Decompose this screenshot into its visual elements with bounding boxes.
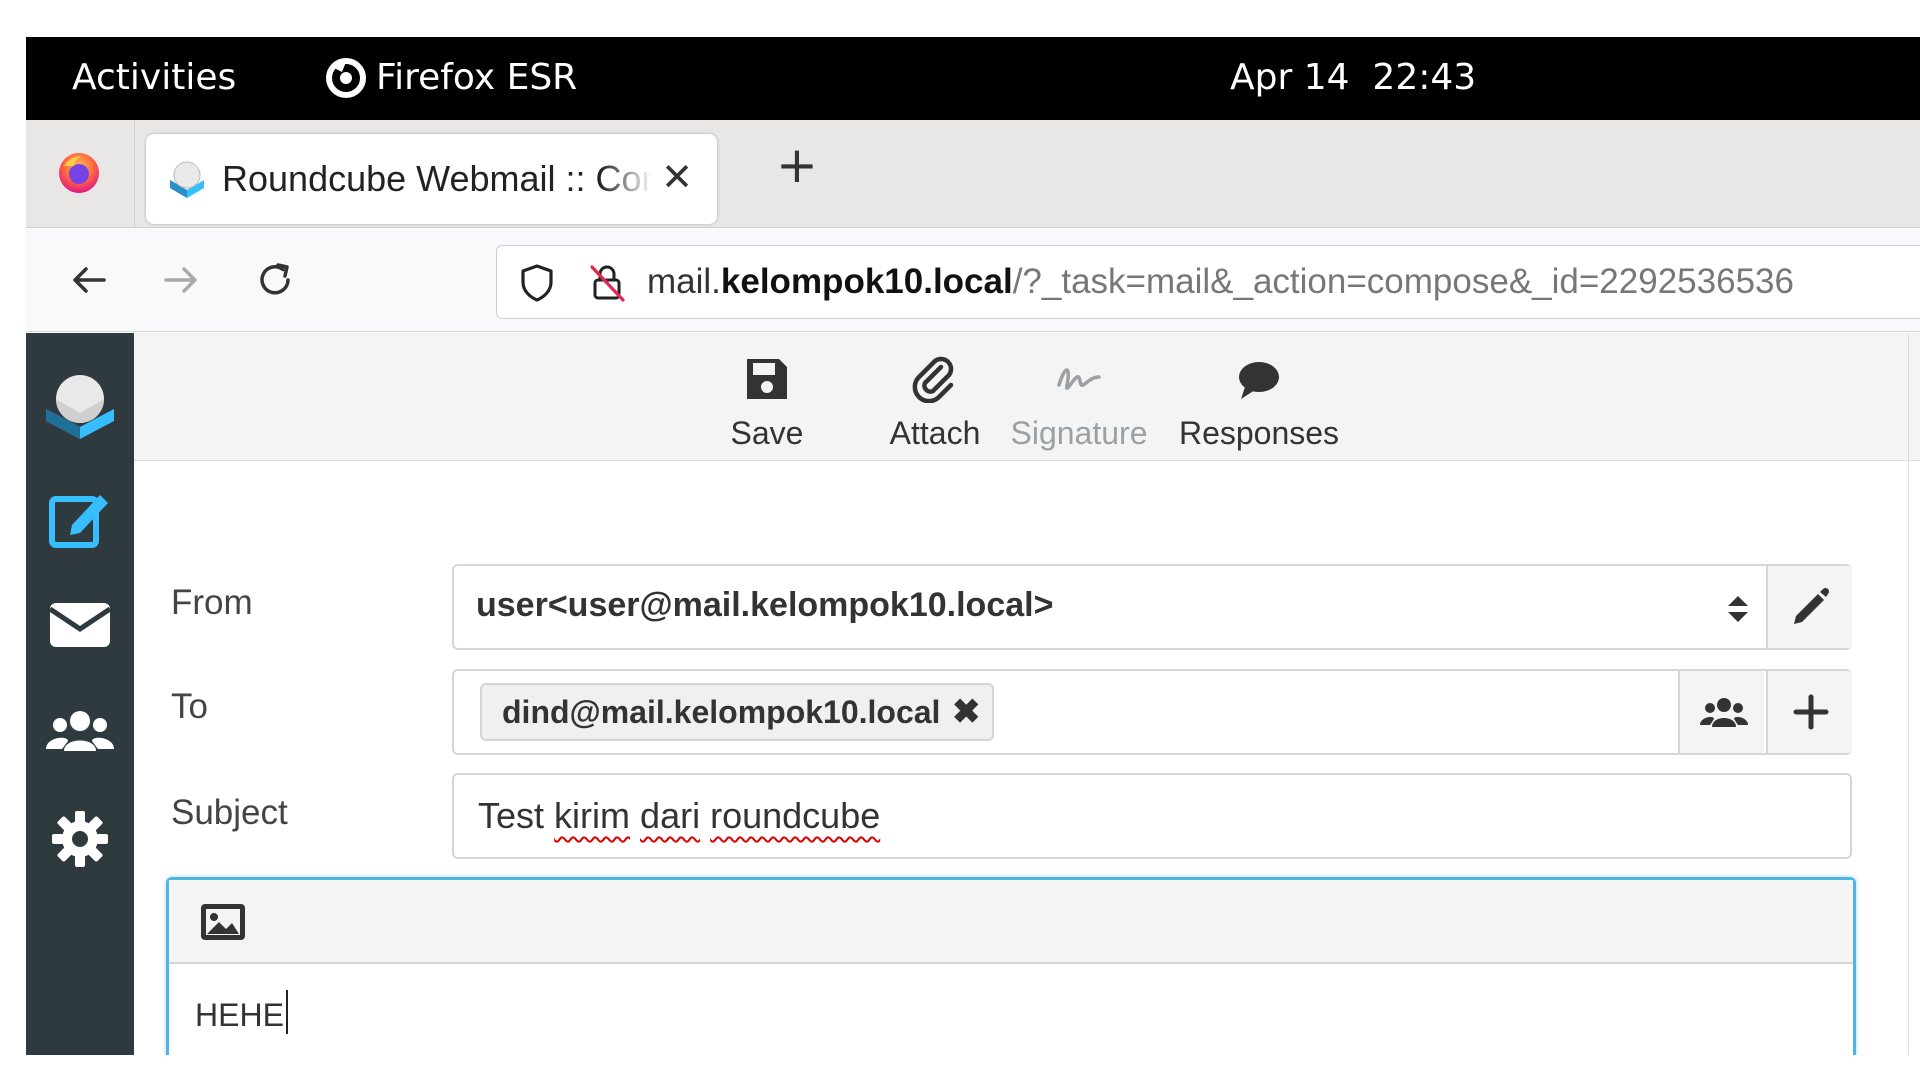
url-path: /?_task=mail&_action=compose&_id=2292536… — [1012, 262, 1794, 301]
select-arrows-icon — [1728, 596, 1748, 622]
settings-icon[interactable] — [44, 803, 116, 875]
message-body[interactable]: HEHE — [195, 990, 288, 1034]
editor-toolbar — [169, 880, 1853, 964]
contacts-picker-icon — [1700, 698, 1748, 727]
save-button[interactable]: Save — [712, 355, 822, 452]
back-icon[interactable] — [66, 257, 112, 303]
body-text: HEHE — [195, 997, 284, 1033]
clock[interactable]: Apr 14 22:43 — [1230, 57, 1476, 98]
pencil-icon — [1794, 587, 1830, 624]
app-name: Firefox ESR — [376, 57, 578, 98]
roundcube-logo[interactable] — [44, 369, 116, 441]
panel-divider — [1908, 333, 1909, 1055]
signature-icon — [1057, 368, 1101, 390]
tab-title: Roundcube Webmail :: Compose — [222, 158, 652, 199]
system-top-bar: Activities Firefox ESR Apr 14 22:43 — [26, 37, 1920, 120]
subject-label: Subject — [171, 793, 288, 832]
subject-word-misspelled: kirim — [554, 795, 631, 836]
edit-identity-button[interactable] — [1766, 566, 1852, 648]
screen: Activities Firefox ESR Apr 14 22:43 Roun… — [26, 37, 1920, 1055]
recipient-chip[interactable]: dind@mail.kelompok10.local ✖ — [480, 683, 995, 741]
navigation-bar: mail.kelompok10.local/?_task=mail&_actio… — [26, 229, 1920, 332]
text-cursor — [285, 990, 288, 1034]
url-text: mail.kelompok10.local/?_task=mail&_actio… — [647, 262, 1794, 302]
attach-label: Attach — [889, 415, 981, 451]
address-book-button[interactable] — [1678, 671, 1764, 753]
app-menu[interactable]: Firefox ESR — [326, 57, 577, 98]
firefox-app-icon — [326, 57, 366, 98]
remove-recipient-icon[interactable]: ✖ — [952, 685, 981, 739]
from-select[interactable]: user<user@mail.kelompok10.local> — [452, 564, 1852, 650]
responses-button[interactable]: Responses — [1174, 355, 1344, 452]
firefox-view-icon[interactable] — [56, 150, 102, 196]
close-tab-icon[interactable]: ✕ — [661, 156, 693, 198]
tab-roundcube[interactable]: Roundcube Webmail :: Compose ✕ — [146, 134, 717, 224]
url-bar[interactable]: mail.kelompok10.local/?_task=mail&_actio… — [496, 245, 1920, 319]
contacts-icon[interactable] — [44, 695, 116, 767]
mail-icon[interactable] — [44, 589, 116, 661]
to-label: To — [171, 687, 208, 726]
subject-word: Test — [478, 795, 545, 836]
attach-button[interactable]: Attach — [870, 355, 1000, 452]
reload-icon[interactable] — [252, 257, 298, 303]
compose-icon[interactable] — [44, 483, 116, 555]
new-tab-button[interactable]: + — [776, 140, 818, 190]
forward-icon[interactable] — [158, 257, 204, 303]
compose-toolbar: Save Attach Signature Responses — [134, 333, 1920, 461]
signature-label: Signature — [1010, 415, 1148, 451]
insecure-lock-icon[interactable] — [587, 262, 627, 304]
roundcube-favicon — [170, 161, 204, 198]
message-editor[interactable]: HEHE — [166, 877, 1856, 1055]
subject-word-misspelled: roundcube — [710, 795, 881, 836]
tab-separator — [134, 120, 135, 228]
responses-label: Responses — [1178, 415, 1340, 451]
responses-icon — [1239, 362, 1279, 399]
from-value: user<user@mail.kelompok10.local> — [476, 586, 1054, 624]
add-header-button[interactable] — [1766, 671, 1852, 753]
subject-word-misspelled: dari — [640, 795, 701, 836]
save-icon — [747, 359, 787, 399]
activities-button[interactable]: Activities — [72, 57, 236, 98]
tracking-protection-icon[interactable] — [517, 262, 557, 304]
to-field[interactable]: dind@mail.kelompok10.local ✖ — [452, 669, 1852, 755]
plus-icon — [1793, 694, 1829, 730]
attach-icon — [912, 356, 954, 403]
url-host: kelompok10.local — [720, 262, 1013, 301]
tab-strip: Roundcube Webmail :: Compose ✕ + — [26, 120, 1920, 228]
url-prefix: mail. — [647, 262, 721, 301]
insert-image-icon[interactable] — [199, 902, 247, 942]
roundcube-sidebar — [26, 333, 134, 1055]
recipient-address: dind@mail.kelompok10.local — [502, 694, 941, 730]
subject-value: Test kirim dari roundcube — [478, 795, 880, 837]
subject-input[interactable]: Test kirim dari roundcube — [452, 773, 1852, 859]
save-label: Save — [730, 415, 804, 451]
from-label: From — [171, 583, 253, 622]
signature-button[interactable]: Signature — [1006, 355, 1152, 452]
